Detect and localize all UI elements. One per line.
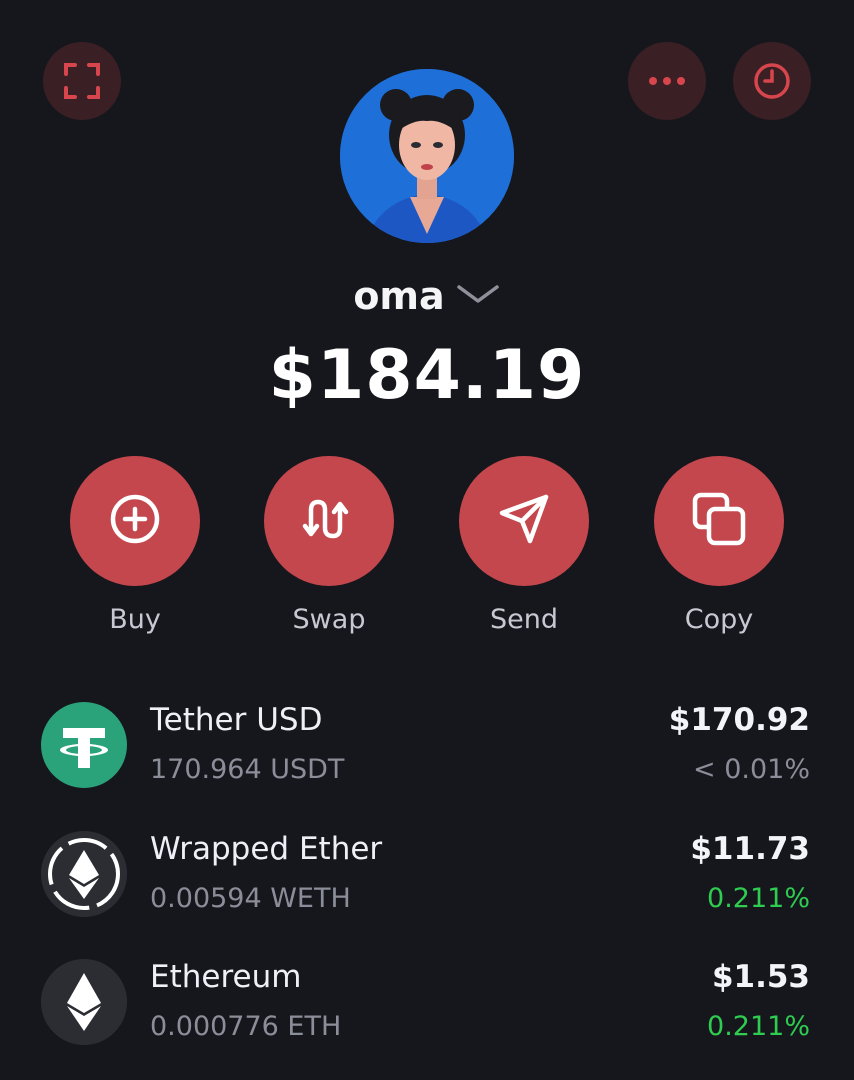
asset-amount: 170.964 USDT <box>150 754 345 785</box>
send-icon <box>496 491 552 551</box>
asset-value: $11.73 <box>690 831 810 867</box>
chevron-down-icon <box>455 282 501 310</box>
account-selector[interactable]: oma <box>0 268 854 324</box>
plus-circle-icon <box>108 492 162 550</box>
history-icon <box>752 61 792 101</box>
asset-value: $170.92 <box>668 702 810 738</box>
swap-circle[interactable] <box>264 456 394 586</box>
list-item-tether[interactable]: Tether USD 170.964 USDT $170.92 < 0.01% <box>0 696 854 796</box>
copy-icon <box>691 491 747 551</box>
swap-button[interactable]: Swap <box>249 456 409 635</box>
history-button[interactable] <box>733 42 811 120</box>
buy-label: Buy <box>109 604 161 635</box>
asset-amount: 0.00594 WETH <box>150 883 351 914</box>
swap-icon <box>302 492 356 550</box>
weth-icon <box>41 831 127 917</box>
asset-name: Ethereum <box>150 959 302 995</box>
buy-button[interactable]: Buy <box>55 456 215 635</box>
asset-change: < 0.01% <box>693 754 810 785</box>
swap-label: Swap <box>292 604 366 635</box>
tether-icon <box>41 702 127 788</box>
copy-button[interactable]: Copy <box>639 456 799 635</box>
action-row: Buy Swap Send Copy <box>0 456 854 646</box>
scan-icon <box>62 61 102 101</box>
buy-circle[interactable] <box>70 456 200 586</box>
list-item-weth[interactable]: Wrapped Ether 0.00594 WETH $11.73 0.211% <box>0 825 854 925</box>
list-item-ethereum[interactable]: Ethereum 0.000776 ETH $1.53 0.211% <box>0 953 854 1053</box>
account-name: oma <box>353 274 445 318</box>
send-label: Send <box>489 604 558 635</box>
more-icon <box>647 75 687 87</box>
more-button[interactable] <box>628 42 706 120</box>
ethereum-icon <box>41 959 127 1045</box>
asset-name: Tether USD <box>150 702 323 738</box>
scan-button[interactable] <box>43 42 121 120</box>
copy-circle[interactable] <box>654 456 784 586</box>
avatar[interactable] <box>340 69 514 243</box>
asset-change: 0.211% <box>707 1011 810 1042</box>
asset-change: 0.211% <box>707 883 810 914</box>
asset-amount: 0.000776 ETH <box>150 1011 342 1042</box>
send-circle[interactable] <box>459 456 589 586</box>
asset-value: $1.53 <box>711 959 810 995</box>
copy-label: Copy <box>684 604 754 635</box>
send-button[interactable]: Send <box>444 456 604 635</box>
total-balance: $184.19 <box>268 336 586 415</box>
wallet-home-screen: oma $184.19 Buy Swap Send Copy Tether US… <box>0 0 854 1080</box>
asset-name: Wrapped Ether <box>150 831 383 867</box>
